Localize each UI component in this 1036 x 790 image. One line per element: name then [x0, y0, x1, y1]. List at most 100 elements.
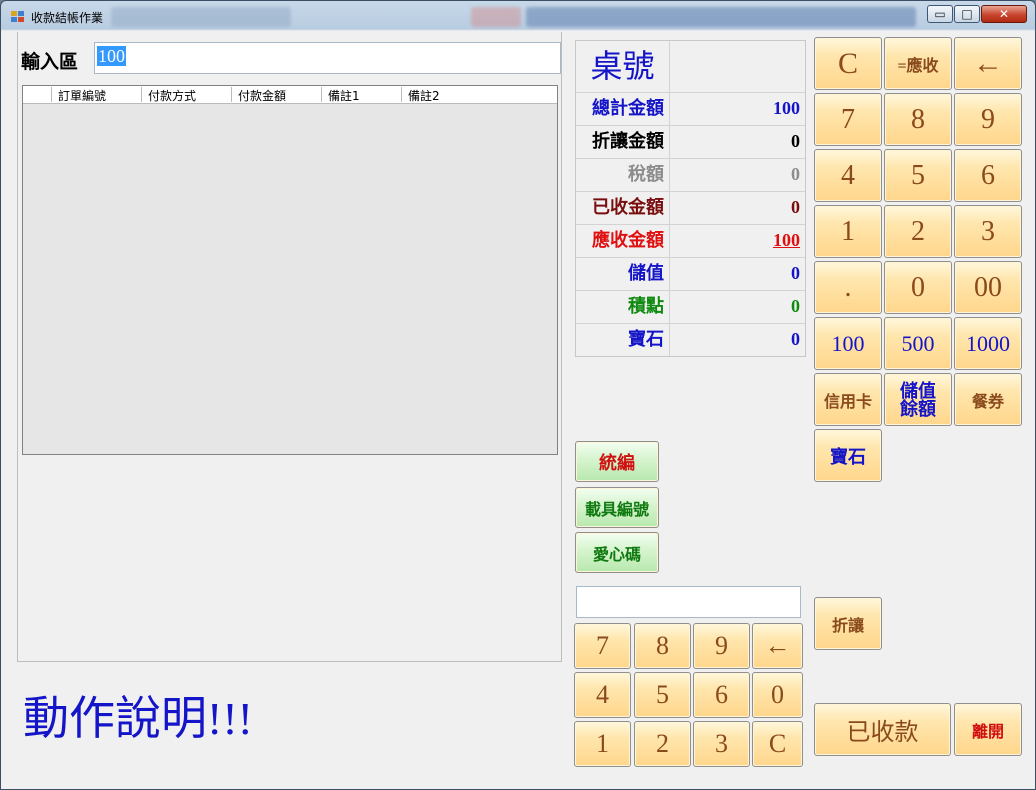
grid-column-header[interactable]: 備註1 — [321, 87, 401, 103]
small-key-two[interactable]: 2 — [634, 721, 691, 767]
amount-input[interactable] — [576, 586, 801, 618]
key-label: 9 — [981, 103, 995, 135]
amount-1000-button[interactable]: 1000 — [954, 317, 1022, 370]
grid-column-header[interactable]: 付款金額 — [231, 87, 321, 103]
small-key-three[interactable]: 3 — [693, 721, 750, 767]
key-double-zero[interactable]: 00 — [954, 261, 1022, 314]
tax-id-button[interactable]: 統編 — [575, 441, 659, 482]
summary-row: 應收金額 100 — [576, 225, 805, 258]
maximize-button[interactable]: □ — [954, 5, 980, 23]
key-nine[interactable]: 9 — [954, 93, 1022, 146]
summary-value: 100 — [773, 98, 800, 118]
close-button[interactable]: ✕ — [981, 5, 1027, 23]
small-key-five[interactable]: 5 — [634, 672, 691, 718]
client-area: 輸入區 100 訂單編號 付款方式 付款金額 備註1 備註2 動作說明!!! 桌… — [9, 32, 1027, 780]
small-key-zero[interactable]: 0 — [752, 672, 803, 718]
title-bar[interactable]: 收款結帳作業 ▭ □ ✕ — [1, 1, 1035, 31]
key-label: 7 — [596, 631, 609, 660]
grid-header: 訂單編號 付款方式 付款金額 備註1 備註2 — [23, 86, 557, 104]
meal-voucher-label: 餐券 — [971, 393, 1004, 411]
discount-label: 折讓 — [831, 617, 864, 635]
clear-button[interactable]: C — [814, 37, 882, 90]
key-label: 7 — [841, 103, 855, 135]
summary-row: 積點 0 — [576, 291, 805, 324]
summary-label: 稅額 — [576, 159, 670, 191]
small-key-backspace[interactable]: ← — [752, 623, 803, 669]
love-code-label: 愛心碼 — [592, 546, 641, 564]
small-key-seven[interactable]: 7 — [574, 623, 631, 669]
love-code-button[interactable]: 愛心碼 — [575, 532, 659, 573]
meal-voucher-button[interactable]: 餐券 — [954, 373, 1022, 426]
key-five[interactable]: 5 — [884, 149, 952, 202]
key-four[interactable]: 4 — [814, 149, 882, 202]
key-label: 4 — [841, 159, 855, 191]
amount-label: 1000 — [966, 330, 1010, 356]
discount-button[interactable]: 折讓 — [814, 597, 882, 650]
credit-card-button[interactable]: 信用卡 — [814, 373, 882, 426]
input-value: 100 — [97, 46, 126, 66]
carrier-number-button[interactable]: 載具編號 — [575, 487, 659, 528]
key-label: 9 — [715, 631, 728, 660]
app-window: 收款結帳作業 ▭ □ ✕ 輸入區 100 訂單編號 付款方式 付款金額 備註1 … — [0, 0, 1036, 790]
small-key-eight[interactable]: 8 — [634, 623, 691, 669]
small-key-four[interactable]: 4 — [574, 672, 631, 718]
small-key-nine[interactable]: 9 — [693, 623, 750, 669]
key-dot[interactable]: . — [814, 261, 882, 314]
summary-value: 0 — [791, 263, 800, 283]
amount-label: 500 — [901, 330, 935, 356]
key-label: 2 — [911, 215, 925, 247]
key-seven[interactable]: 7 — [814, 93, 882, 146]
input-field[interactable]: 100 — [94, 42, 561, 74]
key-one[interactable]: 1 — [814, 205, 882, 258]
background-glare — [111, 7, 291, 27]
key-eight[interactable]: 8 — [884, 93, 952, 146]
summary-label: 折讓金額 — [576, 126, 670, 158]
backspace-arrow-icon: ← — [973, 46, 1003, 80]
backspace-button[interactable]: ← — [954, 37, 1022, 90]
table-number-label: 桌號 — [576, 41, 670, 92]
background-glare — [471, 7, 521, 27]
small-key-clear[interactable]: C — [752, 721, 803, 767]
carrier-number-label: 載具編號 — [584, 501, 649, 519]
receivable-label: =應收 — [897, 57, 939, 75]
payment-grid[interactable]: 訂單編號 付款方式 付款金額 備註1 備註2 — [22, 85, 558, 455]
key-label: 2 — [656, 729, 669, 758]
grid-column-header[interactable]: 付款方式 — [141, 87, 231, 103]
summary-value: 0 — [791, 197, 800, 217]
small-key-six[interactable]: 6 — [693, 672, 750, 718]
amount-100-button[interactable]: 100 — [814, 317, 882, 370]
receivable-button[interactable]: =應收 — [884, 37, 952, 90]
summary-value: 0 — [791, 164, 800, 184]
key-six[interactable]: 6 — [954, 149, 1022, 202]
tax-id-label: 統編 — [599, 452, 635, 473]
clear-label: C — [837, 46, 858, 80]
key-zero[interactable]: 0 — [884, 261, 952, 314]
stored-balance-button[interactable]: 儲值餘額 — [884, 373, 952, 426]
paid-button[interactable]: 已收款 — [814, 703, 951, 756]
key-label: 3 — [715, 729, 728, 758]
exit-button[interactable]: 離開 — [954, 703, 1022, 756]
summary-row: 折讓金額 0 — [576, 126, 805, 159]
key-label: 6 — [715, 680, 728, 709]
minimize-button[interactable]: ▭ — [927, 5, 953, 23]
key-label: 8 — [911, 103, 925, 135]
background-glare — [526, 7, 916, 27]
paid-label: 已收款 — [846, 720, 919, 746]
grid-column-header[interactable]: 訂單編號 — [51, 87, 141, 103]
key-two[interactable]: 2 — [884, 205, 952, 258]
input-label: 輸入區 — [21, 51, 79, 73]
summary-label: 寶石 — [576, 324, 670, 356]
summary-label: 儲值 — [576, 258, 670, 290]
key-label: 5 — [911, 159, 925, 191]
key-label: . — [844, 271, 852, 303]
key-label: 8 — [656, 631, 669, 660]
summary-label: 總計金額 — [576, 93, 670, 125]
amount-500-button[interactable]: 500 — [884, 317, 952, 370]
gem-button[interactable]: 寶石 — [814, 429, 882, 482]
key-three[interactable]: 3 — [954, 205, 1022, 258]
summary-row: 稅額 0 — [576, 159, 805, 192]
small-key-one[interactable]: 1 — [574, 721, 631, 767]
key-label: 1 — [841, 215, 855, 247]
summary-value: 0 — [791, 131, 800, 151]
grid-column-header[interactable]: 備註2 — [401, 87, 491, 103]
